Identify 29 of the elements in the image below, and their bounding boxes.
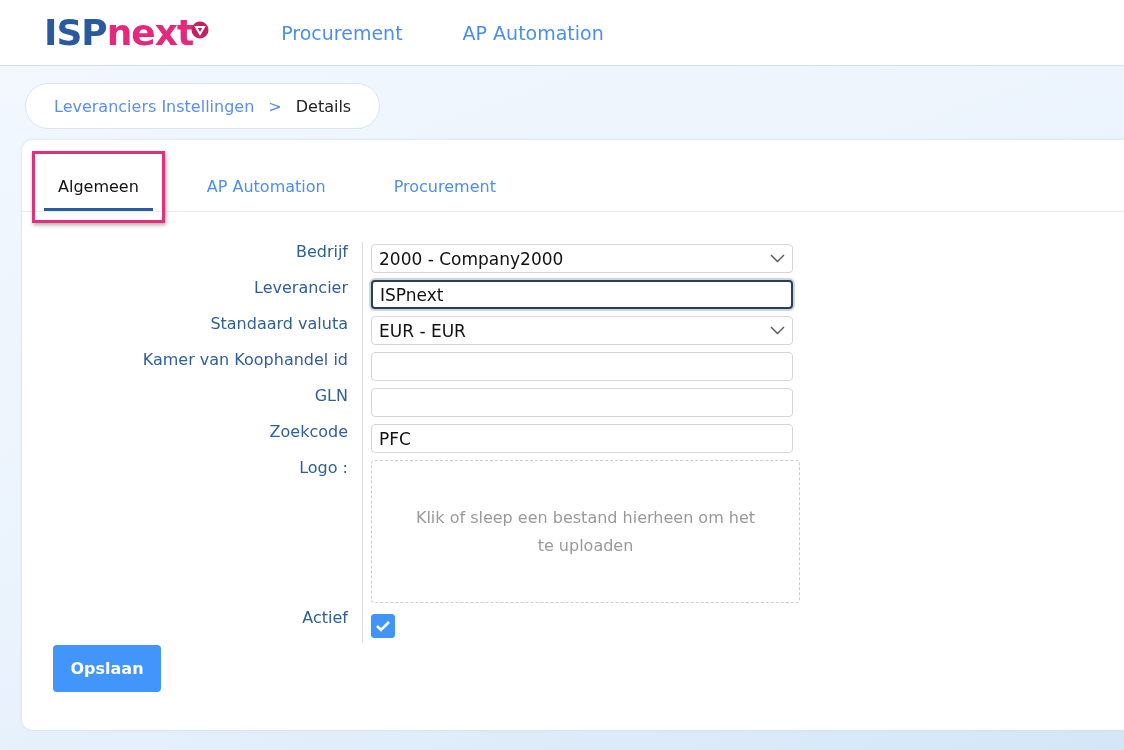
- input-field[interactable]: [371, 388, 793, 417]
- field-label: Standaard valuta: [209, 314, 349, 335]
- save-button[interactable]: Opslaan: [53, 645, 161, 692]
- tab[interactable]: Algemeen: [44, 177, 153, 211]
- field-label: Kamer van Koophandel id: [141, 350, 349, 371]
- nav-link[interactable]: AP Automation: [462, 21, 604, 44]
- input-field[interactable]: [371, 352, 793, 381]
- breadcrumb-link[interactable]: Leveranciers Instellingen: [54, 96, 255, 116]
- logo-text: ISPnext: [44, 12, 194, 53]
- checkbox[interactable]: [371, 614, 395, 638]
- input-field[interactable]: ISPnext: [371, 280, 793, 309]
- chevron-down-icon: [770, 326, 785, 335]
- tab[interactable]: AP Automation: [192, 177, 340, 211]
- field-label: Leverancier: [253, 278, 349, 299]
- select-field[interactable]: 2000 - Company2000: [371, 244, 793, 273]
- chevron-down-icon: [770, 254, 785, 263]
- tab[interactable]: Procurement: [379, 177, 510, 211]
- field-label: Logo :: [298, 458, 349, 479]
- input-field[interactable]: PFC: [371, 424, 793, 453]
- field-label: Actief: [301, 608, 350, 629]
- field-label: GLN: [313, 386, 349, 407]
- nav-link[interactable]: Procurement: [281, 21, 403, 44]
- field-label: Bedrijf: [294, 242, 350, 263]
- select-field[interactable]: EUR - EUR: [371, 316, 793, 345]
- field-label: Zoekcode: [268, 422, 349, 443]
- checkmark-icon: [375, 620, 391, 632]
- file-drop-zone[interactable]: Klik of sleep een bestand hierheen om het te uploaden: [371, 460, 800, 603]
- breadcrumb-separator: >: [268, 96, 282, 116]
- breadcrumb-current: Details: [295, 96, 352, 116]
